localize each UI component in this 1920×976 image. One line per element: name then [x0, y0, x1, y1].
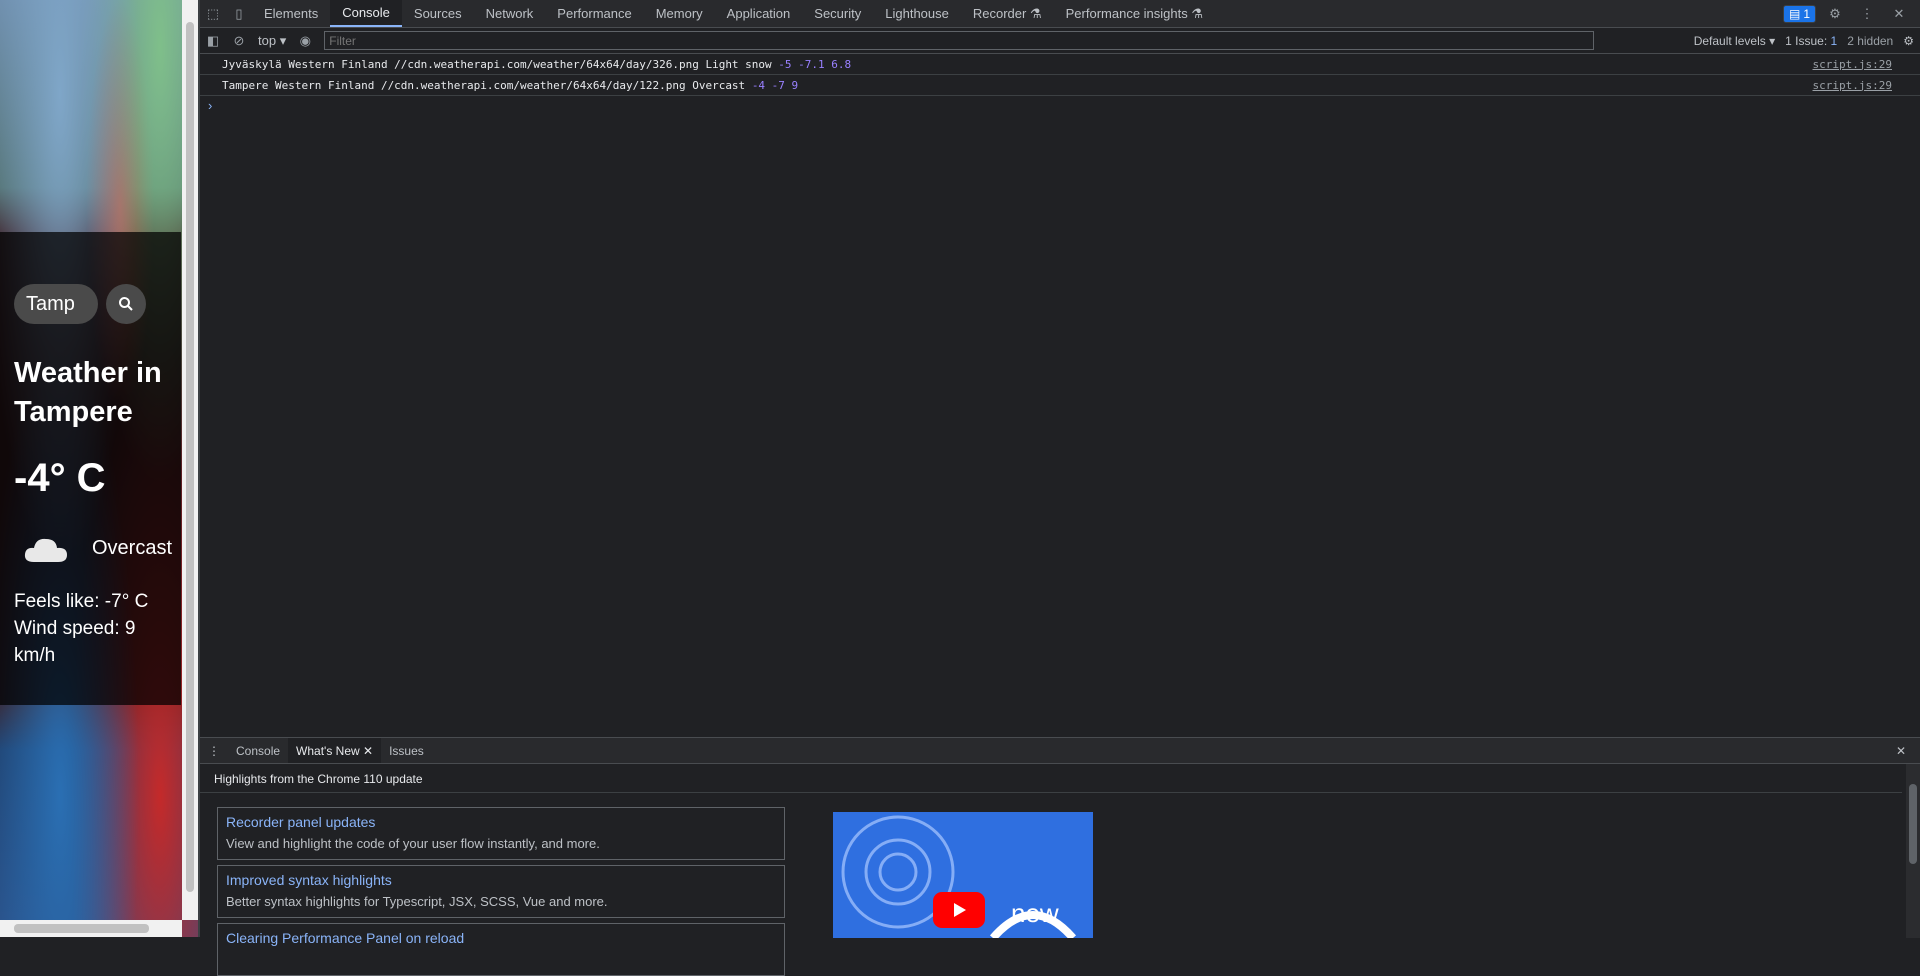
dropdown-icon: ▾ — [1769, 33, 1776, 48]
devtools-drawer: ⋮ Console What's New ✕ Issues ✕ Highligh… — [200, 737, 1920, 976]
drawer-scrollbar[interactable] — [1906, 764, 1920, 938]
issues-counter[interactable]: 1 Issue: 1 — [1785, 34, 1837, 48]
card-title[interactable]: Clearing Performance Panel on reload — [226, 930, 776, 946]
message-icon: ▤ — [1788, 6, 1801, 21]
tab-recorder[interactable]: Recorder ⚗ — [961, 0, 1054, 27]
tab-sources[interactable]: Sources — [402, 0, 474, 27]
tab-application[interactable]: Application — [715, 0, 803, 27]
page-viewport: Weather in Tampere -4° C Overcast Feels … — [0, 0, 200, 937]
drawer-tab-console[interactable]: Console — [228, 738, 288, 763]
divider — [200, 792, 1902, 793]
message-numbers: -4 -7 9 — [751, 78, 799, 92]
card-title[interactable]: Improved syntax highlights — [226, 872, 776, 888]
card-title[interactable]: Recorder panel updates — [226, 814, 776, 830]
context-value: top — [258, 33, 277, 48]
message-text: Jyväskylä Western Finland //cdn.weathera… — [200, 58, 851, 71]
settings-icon[interactable]: ⚙ — [1822, 1, 1848, 27]
default-levels-dropdown[interactable]: Default levels ▾ — [1694, 34, 1775, 48]
video-label: new — [1011, 898, 1059, 928]
tab-security[interactable]: Security — [802, 0, 873, 27]
weather-card: Weather in Tampere -4° C Overcast Feels … — [0, 232, 181, 705]
console-prompt[interactable]: › — [208, 98, 212, 113]
condition-row: Overcast — [22, 532, 172, 564]
inspect-icon[interactable]: ⬚ — [200, 1, 226, 27]
condition-text: Overcast — [92, 536, 173, 559]
tab-performance[interactable]: Performance — [545, 0, 643, 27]
close-icon[interactable]: ✕ — [1886, 1, 1912, 27]
console-message: Jyväskylä Western Finland //cdn.weathera… — [200, 54, 1920, 75]
temperature: -4° C — [14, 456, 106, 500]
tab-network[interactable]: Network — [474, 0, 546, 27]
console-toolbar-right: Default levels ▾ 1 Issue: 1 2 hidden ⚙ — [1694, 28, 1920, 53]
horizontal-scrollbar[interactable] — [0, 920, 182, 937]
issues-badge-count: 1 — [1803, 6, 1810, 21]
search-row — [14, 284, 146, 324]
card-desc: Better syntax highlights for Typescript,… — [226, 894, 608, 909]
console-settings-icon[interactable]: ⚙ — [1903, 34, 1914, 48]
close-drawer-icon[interactable]: ✕ — [1888, 738, 1914, 763]
drawer-tabs: ⋮ Console What's New ✕ Issues ✕ — [200, 738, 1920, 764]
issues-count: 1 — [1830, 33, 1838, 48]
filter-input[interactable] — [324, 31, 1595, 50]
whats-new-heading: Highlights from the Chrome 110 update — [214, 772, 423, 786]
search-input[interactable] — [14, 284, 98, 324]
video-thumbnail[interactable]: new — [833, 812, 1093, 938]
close-tab-icon[interactable]: ✕ — [363, 744, 373, 758]
vertical-scrollbar[interactable] — [182, 0, 198, 920]
search-icon — [119, 297, 133, 311]
console-toolbar: ◧ ⊘ top ▾ ◉ Default levels ▾ 1 Issue: 1 … — [200, 28, 1920, 54]
source-link[interactable]: script.js:29 — [1813, 79, 1892, 92]
card-desc: View and highlight the code of your user… — [226, 836, 600, 851]
drawer-tab-whats-new-label: What's New — [296, 743, 360, 758]
message-text-body: Jyväskylä Western Finland //cdn.weathera… — [222, 57, 779, 71]
issues-badge[interactable]: ▤ 1 — [1782, 4, 1816, 23]
city-title: Weather in Tampere — [14, 357, 162, 428]
message-numbers: -5 -7.1 6.8 — [778, 57, 852, 71]
weather-details: Feels like: -7° C Wind speed: 9 km/h — [14, 588, 179, 669]
search-button[interactable] — [106, 284, 146, 324]
whats-new-card[interactable]: Clearing Performance Panel on reload — [217, 923, 785, 976]
eye-icon[interactable]: ◉ — [292, 28, 318, 54]
default-levels-label: Default levels — [1693, 33, 1766, 48]
scroll-thumb[interactable] — [186, 22, 194, 892]
sidebar-toggle-icon[interactable]: ◧ — [200, 28, 226, 54]
device-toggle-icon[interactable]: ▯ — [226, 1, 252, 27]
message-text: Tampere Western Finland //cdn.weatherapi… — [200, 79, 798, 92]
drawer-menu-icon[interactable]: ⋮ — [200, 738, 228, 763]
scroll-thumb[interactable] — [14, 924, 149, 933]
dropdown-icon: ▾ — [279, 32, 287, 48]
devtools-toolbar: ⬚ ▯ Elements Console Sources Network Per… — [200, 0, 1920, 28]
devtools: ⬚ ▯ Elements Console Sources Network Per… — [200, 0, 1920, 976]
whats-new-card[interactable]: Recorder panel updates View and highligh… — [217, 807, 785, 860]
context-selector[interactable]: top ▾ — [252, 28, 292, 53]
console-message: Tampere Western Finland //cdn.weatherapi… — [200, 75, 1920, 96]
play-button[interactable] — [933, 892, 985, 928]
cloud-icon — [24, 538, 67, 562]
feels-like: Feels like: -7° C — [14, 591, 149, 612]
tab-memory[interactable]: Memory — [644, 0, 715, 27]
whats-new-card[interactable]: Improved syntax highlights Better syntax… — [217, 865, 785, 918]
flask-icon: ⚗ — [1191, 5, 1204, 21]
wind-speed: Wind speed: 9 km/h — [14, 618, 136, 666]
tab-recorder-label: Recorder — [972, 6, 1027, 21]
message-text-body: Tampere Western Finland //cdn.weatherapi… — [222, 78, 752, 92]
source-link[interactable]: script.js:29 — [1813, 58, 1892, 71]
tab-elements[interactable]: Elements — [252, 0, 330, 27]
scroll-thumb[interactable] — [1909, 784, 1917, 864]
flask-icon: ⚗ — [1029, 5, 1042, 21]
play-icon — [954, 903, 966, 917]
clear-console-icon[interactable]: ⊘ — [226, 28, 252, 54]
toolbar-right: ▤ 1 ⚙ ⋮ ✕ — [1782, 0, 1920, 27]
hidden-count: 2 hidden — [1847, 33, 1894, 48]
issues-label: 1 Issue: — [1785, 33, 1828, 48]
more-options-icon[interactable]: ⋮ — [1854, 1, 1880, 27]
tab-performance-insights[interactable]: Performance insights ⚗ — [1054, 0, 1215, 27]
tab-console[interactable]: Console — [330, 0, 402, 27]
tab-performance-insights-label: Performance insights — [1065, 6, 1188, 21]
tab-lighthouse[interactable]: Lighthouse — [873, 0, 961, 27]
drawer-tab-issues[interactable]: Issues — [381, 738, 432, 763]
drawer-tab-whats-new[interactable]: What's New ✕ — [288, 738, 382, 763]
